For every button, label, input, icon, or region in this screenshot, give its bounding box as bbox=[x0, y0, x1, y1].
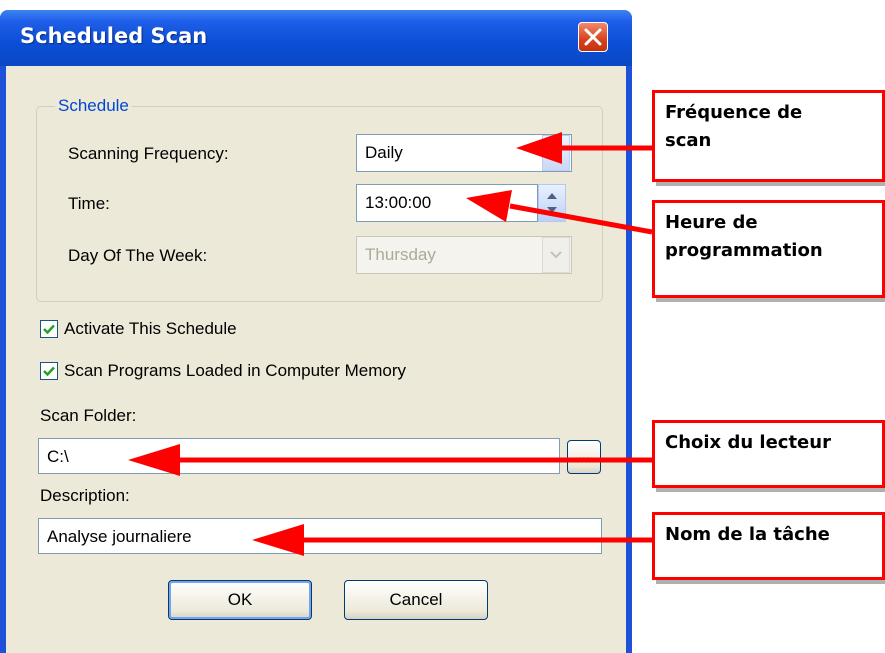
arrow-folder bbox=[128, 444, 652, 476]
arrow-time bbox=[466, 190, 653, 235]
arrow-name bbox=[252, 524, 652, 556]
arrow-frequency bbox=[516, 132, 652, 164]
annotation-arrows bbox=[128, 132, 653, 556]
